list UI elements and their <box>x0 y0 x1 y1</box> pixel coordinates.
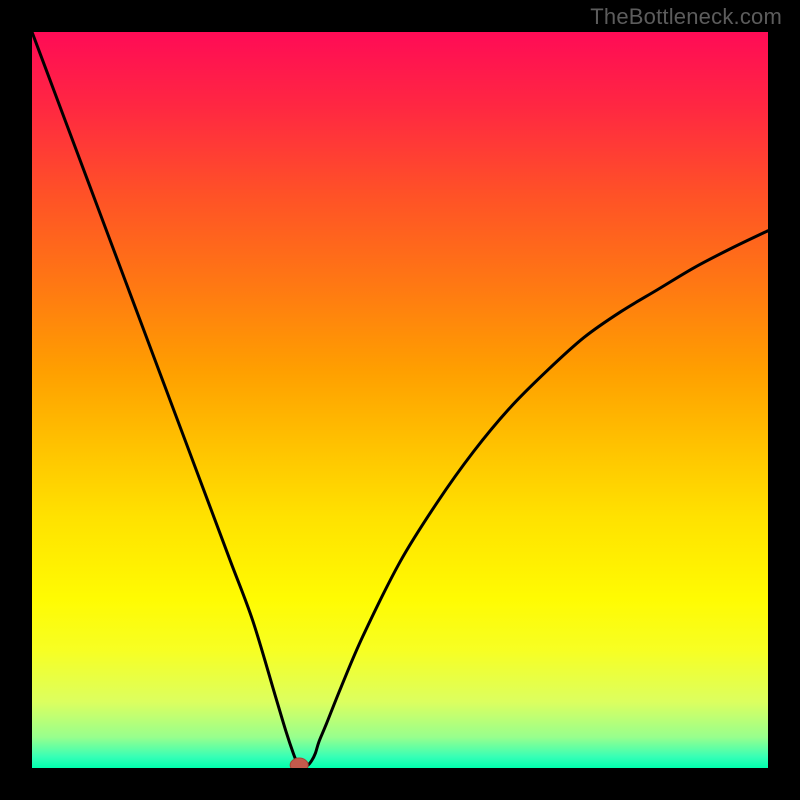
attribution-label: TheBottleneck.com <box>590 4 782 30</box>
plot-gradient-background <box>32 32 768 768</box>
bottleneck-chart <box>0 0 800 800</box>
